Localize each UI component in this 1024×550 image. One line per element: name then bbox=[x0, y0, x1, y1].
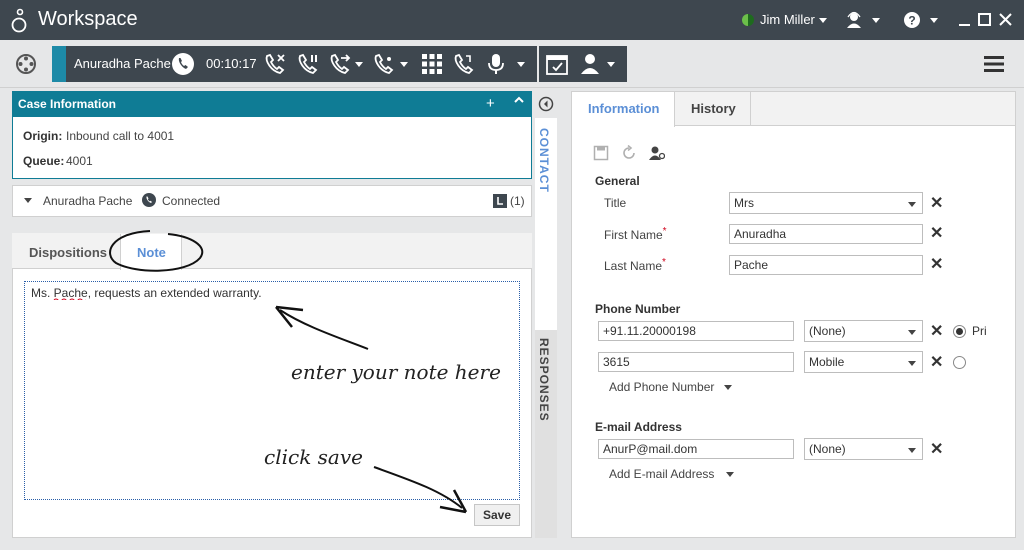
transfer-call-icon[interactable] bbox=[328, 52, 352, 76]
genesys-logo-icon bbox=[11, 8, 27, 33]
clear-last-name-icon[interactable]: ✕ bbox=[930, 257, 943, 273]
chevron-down-icon[interactable] bbox=[355, 62, 363, 67]
remove-phone-icon[interactable]: ✕ bbox=[930, 324, 943, 340]
first-name-field[interactable]: Anuradha bbox=[729, 224, 923, 244]
last-name-field[interactable]: Pache bbox=[729, 255, 923, 275]
chevron-down-icon[interactable] bbox=[908, 361, 916, 366]
email-section-title: E-mail Address bbox=[595, 420, 682, 434]
queue-label: Queue: bbox=[23, 154, 65, 168]
last-name-label: Last Name* bbox=[604, 257, 666, 273]
phone-section-title: Phone Number bbox=[595, 302, 681, 316]
primary-phone-label: Pri bbox=[972, 324, 987, 338]
phone-type-select[interactable]: (None) bbox=[804, 320, 923, 342]
svg-text:?: ? bbox=[908, 14, 915, 28]
email-address-field[interactable]: AnurP@mail.dom bbox=[598, 439, 794, 459]
maximize-icon[interactable] bbox=[978, 13, 991, 27]
clear-title-icon[interactable]: ✕ bbox=[930, 196, 943, 212]
origin-label: Origin: bbox=[23, 129, 63, 143]
primary-phone-radio-dot bbox=[956, 328, 963, 335]
chevron-down-icon[interactable] bbox=[819, 18, 827, 23]
party-status: Connected bbox=[162, 194, 221, 208]
assign-contact-icon[interactable] bbox=[649, 145, 665, 161]
remove-email-icon[interactable]: ✕ bbox=[930, 442, 943, 458]
presence-status-icon[interactable] bbox=[742, 14, 754, 26]
app-title: Workspace bbox=[38, 8, 138, 30]
save-contact-icon[interactable] bbox=[593, 145, 609, 161]
call-timer: 00:10:17 bbox=[206, 56, 257, 71]
collapse-panel-icon[interactable] bbox=[538, 96, 554, 112]
side-tab-contact[interactable]: CONTACT bbox=[537, 128, 551, 193]
first-name-label: First Name* bbox=[604, 226, 667, 242]
main-menu-icon[interactable] bbox=[984, 55, 1004, 73]
side-tab-responses[interactable]: RESPONSES bbox=[537, 338, 551, 422]
navigation-ring-icon[interactable] bbox=[14, 52, 38, 76]
chevron-down-icon[interactable] bbox=[930, 18, 938, 23]
chevron-down-icon[interactable] bbox=[908, 448, 916, 453]
close-icon[interactable] bbox=[999, 13, 1012, 27]
tab-history[interactable]: History bbox=[691, 101, 736, 116]
minimize-icon[interactable] bbox=[959, 13, 971, 27]
case-information-title: Case Information bbox=[18, 97, 117, 111]
interaction-accent bbox=[52, 46, 66, 82]
dialpad-icon[interactable] bbox=[420, 52, 444, 76]
annotation-click-save: click save bbox=[264, 445, 363, 469]
chevron-down-icon[interactable] bbox=[400, 62, 408, 67]
primary-phone-radio[interactable] bbox=[953, 356, 966, 369]
party-action-icon[interactable] bbox=[580, 52, 604, 76]
origin-value: Inbound call to 4001 bbox=[66, 129, 175, 143]
email-type-select[interactable]: (None) bbox=[804, 438, 923, 460]
chevron-down-icon[interactable] bbox=[724, 385, 732, 390]
microphone-icon[interactable] bbox=[484, 52, 508, 76]
title-label: Title bbox=[604, 196, 627, 210]
chevron-down-icon[interactable] bbox=[908, 330, 916, 335]
note-text: Ms. Pache, requests an extended warranty… bbox=[31, 286, 262, 300]
help-icon[interactable]: ? bbox=[902, 10, 922, 30]
expand-party-icon[interactable] bbox=[24, 198, 32, 203]
chevron-down-icon[interactable] bbox=[908, 202, 916, 207]
remove-phone-icon[interactable]: ✕ bbox=[930, 355, 943, 371]
conference-call-icon[interactable] bbox=[452, 52, 476, 76]
tab-dispositions[interactable]: Dispositions bbox=[29, 245, 107, 260]
phone-number-field[interactable]: 3615 bbox=[598, 352, 794, 372]
consult-call-icon[interactable] bbox=[372, 52, 396, 76]
party-count: (1) bbox=[510, 194, 525, 208]
phone-status-icon bbox=[142, 193, 156, 207]
general-section-title: General bbox=[595, 174, 640, 188]
caller-name[interactable]: Anuradha Pache bbox=[74, 56, 171, 71]
save-note-button[interactable]: Save bbox=[474, 504, 520, 526]
add-case-data-icon[interactable]: + bbox=[486, 95, 495, 112]
end-call-icon[interactable] bbox=[263, 52, 287, 76]
collapse-chevron-icon[interactable] bbox=[514, 96, 524, 104]
phone-type-select[interactable]: Mobile bbox=[804, 351, 923, 373]
chevron-down-icon[interactable] bbox=[607, 62, 615, 67]
tab-information[interactable]: Information bbox=[588, 101, 660, 116]
add-phone-number-link[interactable]: Add Phone Number bbox=[609, 380, 714, 394]
schedule-callback-icon[interactable] bbox=[545, 52, 569, 76]
party-name[interactable]: Anuradha Pache bbox=[43, 194, 132, 208]
chevron-down-icon[interactable] bbox=[726, 472, 734, 477]
title-bar bbox=[0, 0, 1024, 40]
chevron-down-icon[interactable] bbox=[517, 62, 525, 67]
hold-call-icon[interactable] bbox=[296, 52, 320, 76]
phone-number-field[interactable]: +91.11.20000198 bbox=[598, 321, 794, 341]
title-select[interactable]: Mrs bbox=[729, 192, 923, 214]
tab-note[interactable]: Note bbox=[137, 245, 166, 260]
user-name-menu[interactable]: Jim Miller bbox=[760, 12, 815, 27]
agent-status-icon[interactable] bbox=[844, 10, 864, 30]
clear-first-name-icon[interactable]: ✕ bbox=[930, 226, 943, 242]
annotation-enter-note: enter your note here bbox=[291, 360, 501, 384]
add-email-address-link[interactable]: Add E-mail Address bbox=[609, 467, 714, 481]
chevron-down-icon[interactable] bbox=[872, 18, 880, 23]
call-status-icon bbox=[172, 53, 194, 75]
reset-contact-icon[interactable] bbox=[621, 145, 637, 161]
case-history-icon[interactable] bbox=[493, 194, 507, 208]
queue-value: 4001 bbox=[66, 154, 93, 168]
